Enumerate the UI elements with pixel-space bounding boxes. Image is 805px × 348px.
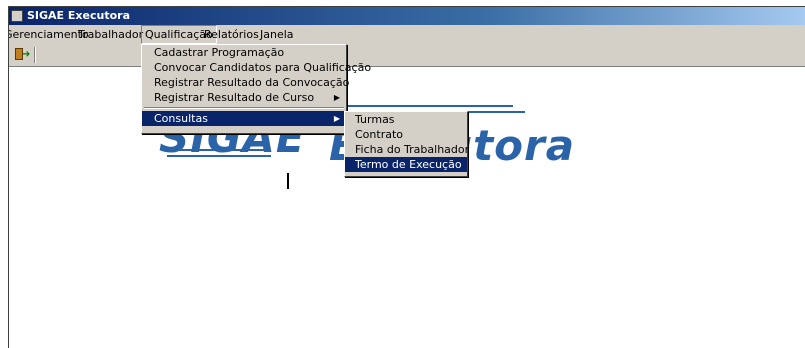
qualificacao-dropdown: Cadastrar Programação Convocar Candidato…: [141, 44, 371, 134]
menu-item-label: Registrar Resultado de Curso: [154, 91, 315, 104]
window-title: SIGAE Executora: [27, 9, 130, 22]
menu-bar: Gerenciamento Trabalhador Qualificação R…: [9, 25, 805, 44]
text-cursor-icon: [287, 173, 289, 189]
menu-item-registrar-resultado-convocacao[interactable]: Registrar Resultado da Convocação: [142, 75, 349, 90]
menu-item-label: Consultas: [154, 112, 208, 125]
menu-relatorios[interactable]: Relatórios: [201, 25, 262, 44]
title-bar[interactable]: SIGAE Executora: [9, 7, 805, 25]
menu-item-contrato[interactable]: Contrato: [345, 127, 467, 142]
menu-item-registrar-resultado-curso[interactable]: Registrar Resultado de Curso ▶: [142, 90, 346, 105]
logo-line: [167, 155, 271, 157]
menu-trabalhador[interactable]: Trabalhador: [75, 25, 146, 44]
menu-item-turmas[interactable]: Turmas: [345, 112, 467, 127]
menu-janela[interactable]: Janela: [257, 25, 297, 44]
toolbar: ➜: [9, 44, 805, 67]
menu-item-ficha-trabalhador[interactable]: Ficha do Trabalhador: [345, 142, 469, 157]
menu-item-cadastrar-programacao[interactable]: Cadastrar Programação: [142, 45, 346, 60]
toolbar-separator: [34, 47, 36, 63]
submenu-arrow-icon: ▶: [333, 93, 340, 102]
logo-line: [171, 149, 267, 151]
submenu-arrow-icon: ▶: [333, 114, 340, 123]
arrow-icon: ➜: [22, 49, 31, 60]
app-icon: [11, 10, 23, 22]
application-window: SIGAE Executora Gerenciamento Trabalhado…: [8, 6, 805, 348]
consultas-submenu: Turmas Contrato Ficha do Trabalhador Ter…: [344, 111, 469, 177]
menu-item-consultas[interactable]: Consultas ▶: [142, 111, 346, 126]
exit-button[interactable]: ➜: [12, 46, 30, 63]
menu-item-termo-execucao[interactable]: Termo de Execução: [345, 157, 467, 172]
logo-line: [343, 105, 513, 107]
menu-item-convocar-candidatos[interactable]: Convocar Candidatos para Qualificação: [142, 60, 371, 75]
